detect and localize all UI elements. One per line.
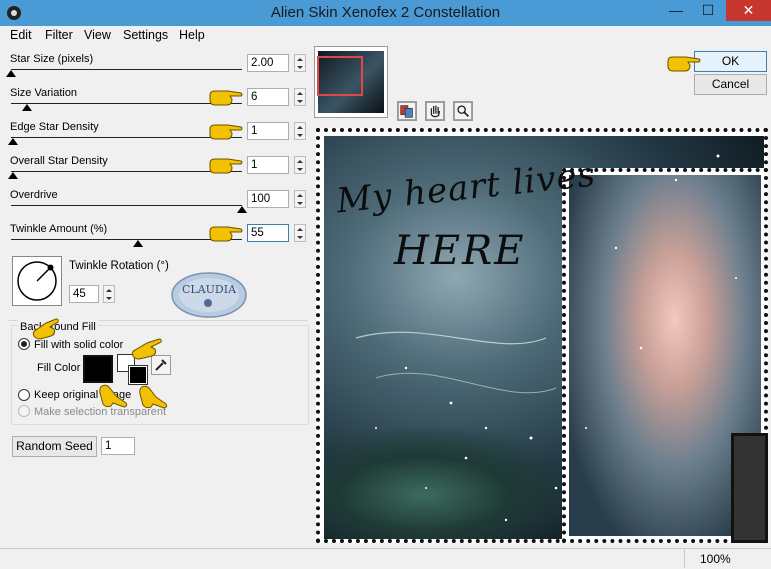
slider-spinner[interactable]: [294, 224, 306, 242]
slider-label: Star Size (pixels): [10, 53, 94, 65]
cancel-button[interactable]: Cancel: [694, 74, 767, 95]
pointer-hand-icon: [209, 158, 243, 174]
slider-thumb[interactable]: [237, 206, 247, 213]
zoom-tool-icon[interactable]: [453, 101, 473, 121]
slider-track[interactable]: [11, 69, 242, 70]
menu-bar: [0, 26, 771, 45]
slider-value-field[interactable]: 1: [247, 122, 289, 140]
random-seed-button[interactable]: Random Seed: [12, 436, 97, 457]
slider-value-field[interactable]: 2.00: [247, 54, 289, 72]
ok-button[interactable]: OK: [694, 51, 767, 72]
menu-view[interactable]: View: [84, 27, 111, 44]
pointer-hand-icon: [131, 338, 162, 360]
slider-value-field[interactable]: 1: [247, 156, 289, 174]
slider-thumb[interactable]: [133, 240, 143, 247]
fill-color-swatch[interactable]: [83, 355, 113, 383]
fill-solid-radio[interactable]: [18, 338, 30, 350]
random-seed-field[interactable]: 1: [101, 437, 135, 455]
slider-value-field[interactable]: 6: [247, 88, 289, 106]
star-sparkles: [355, 154, 737, 522]
slider-spinner[interactable]: [294, 190, 306, 208]
slider-label: Size Variation: [10, 87, 78, 99]
pointer-hand-icon: [209, 124, 243, 140]
menu-filter[interactable]: Filter: [45, 27, 73, 44]
menu-settings[interactable]: Settings: [123, 27, 168, 44]
slider-spinner[interactable]: [294, 122, 306, 140]
minimize-button[interactable]: —: [661, 0, 691, 22]
badge-text: CLAUDIA: [182, 283, 237, 296]
slider-spinner[interactable]: [294, 54, 306, 72]
slider-label: Overdrive: [10, 189, 58, 201]
slider-label: Overall Star Density: [10, 155, 108, 167]
slider-spinner[interactable]: [294, 88, 306, 106]
compare-tool-icon[interactable]: [397, 101, 417, 121]
menu-help[interactable]: Help: [179, 27, 205, 44]
slider-label: Edge Star Density: [10, 121, 99, 133]
slider-thumb[interactable]: [8, 138, 18, 145]
slider-value-field[interactable]: 100: [247, 190, 289, 208]
close-button[interactable]: ✕: [726, 0, 771, 21]
hand-tool-icon[interactable]: [425, 101, 445, 121]
rotation-dial-frame[interactable]: [12, 256, 62, 306]
pointer-hand-icon: [209, 90, 243, 106]
pointer-hand-icon: [209, 226, 243, 242]
fill-color-label: Fill Color: [37, 362, 81, 374]
slider-value-field[interactable]: 55: [247, 224, 289, 242]
zoom-level: 100%: [700, 552, 731, 566]
maximize-button[interactable]: ☐: [693, 0, 723, 22]
slider-thumb[interactable]: [8, 172, 18, 179]
pointer-hand-icon: [667, 56, 701, 72]
twinkle-rotation-label: Twinkle Rotation (°): [69, 260, 169, 272]
pointer-hand-icon: [32, 318, 59, 340]
status-bar: [0, 548, 771, 569]
menu-edit[interactable]: Edit: [10, 27, 32, 44]
slider-thumb[interactable]: [22, 104, 32, 111]
twinkle-rotation-spinner[interactable]: [103, 285, 115, 303]
status-divider: [684, 549, 685, 568]
preview-canvas[interactable]: My heart lives HERE: [316, 128, 768, 543]
keep-original-radio[interactable]: [18, 389, 30, 401]
fill-solid-label[interactable]: Fill with solid color: [34, 338, 123, 352]
slider-thumb[interactable]: [6, 70, 16, 77]
slider-spinner[interactable]: [294, 156, 306, 174]
pointer-hand-icon: [99, 384, 128, 408]
slider-label: Twinkle Amount (%): [10, 223, 108, 235]
twinkle-rotation-field[interactable]: 45: [69, 285, 99, 303]
make-transparent-radio: [18, 405, 30, 417]
window-title: Alien Skin Xenofex 2 Constellation: [270, 4, 501, 21]
navigator-thumbnail[interactable]: [314, 46, 388, 118]
primary-color-swatch[interactable]: [128, 365, 148, 385]
rotation-dial[interactable]: [13, 257, 61, 305]
claudia-badge: CLAUDIA: [171, 272, 247, 318]
slider-track[interactable]: [11, 205, 242, 206]
pointer-hand-icon: [139, 385, 168, 409]
